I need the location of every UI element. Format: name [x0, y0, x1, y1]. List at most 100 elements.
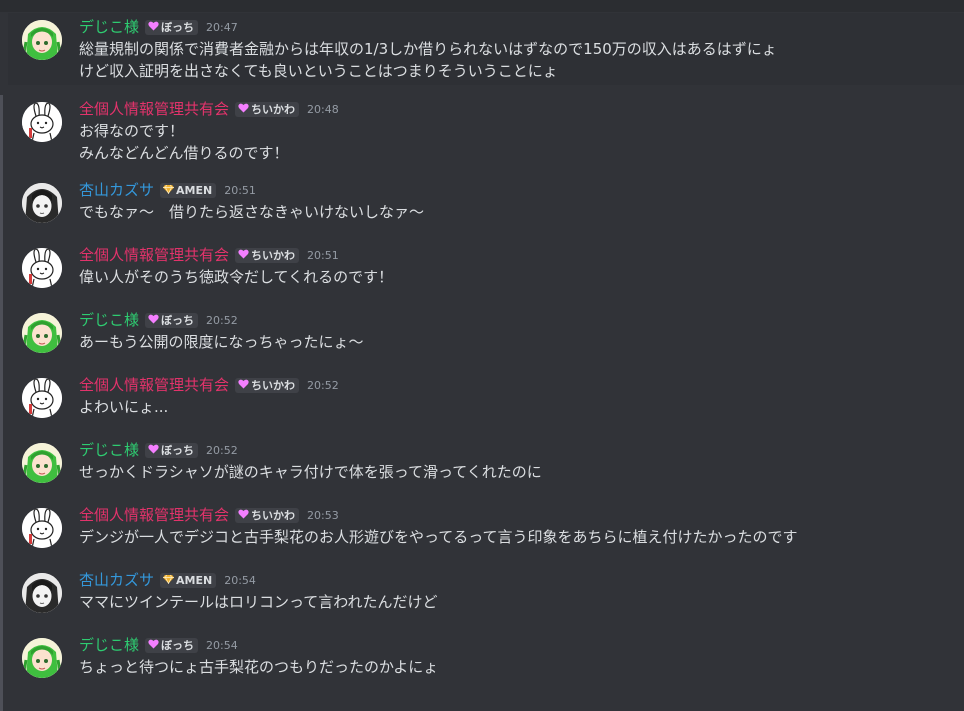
message-content: あーもう公開の限度になっちゃったにょ～ [79, 331, 364, 353]
timestamp[interactable]: 20:48 [307, 103, 339, 116]
message-header: 全個人情報管理共有会 ちいかわ 20:48 [79, 99, 339, 119]
message-line: ちょっと待つにょ古手梨花のつもりだったのかよにょ [79, 658, 439, 676]
message-item[interactable]: デじこ様 ぼっち 20:54 ちょっと待つにょ古手梨花のつもりだったのかよにょ [8, 631, 964, 696]
message-content: 偉い人がそのうち徳政令だしてくれるのです！ [79, 266, 393, 288]
role-badge[interactable]: AMEN [160, 182, 217, 198]
heart-icon [148, 444, 159, 457]
message-item[interactable]: 全個人情報管理共有会 ちいかわ 20:48 お得なのです！ みんなどんどん借りるのです！ [8, 95, 964, 162]
role-label: ぼっち [161, 21, 195, 34]
avatar[interactable] [22, 248, 62, 288]
author-name[interactable]: 全個人情報管理共有会 [79, 375, 229, 395]
message-item[interactable]: 全個人情報管理共有会 ちいかわ 20:51 偉い人がそのうち徳政令だしてくれるのです！ [8, 241, 964, 306]
message-header: デじこ様 ぼっち 20:52 [79, 440, 238, 460]
message-line: 偉い人がそのうち徳政令だしてくれるのです！ [79, 268, 394, 286]
message-line: みんなどんどん借りるのです！ [79, 144, 289, 162]
timestamp[interactable]: 20:54 [206, 639, 238, 652]
message-header: デじこ様 ぼっち 20:52 [79, 310, 238, 330]
role-badge[interactable]: ぼっち [145, 637, 199, 653]
role-badge[interactable]: AMEN [160, 572, 217, 588]
timestamp[interactable]: 20:47 [206, 21, 238, 34]
message-line: 総量規制の関係で消費者金融からは年収の1/3しか借りられないはずなので150万の… [79, 40, 777, 58]
role-label: AMEN [176, 183, 213, 197]
message-line: よわいにょ... [79, 398, 169, 416]
avatar[interactable] [22, 508, 62, 548]
message-item[interactable]: 全個人情報管理共有会 ちいかわ 20:53 デンジが一人でデジコと古手梨花のお人形遊び… [8, 501, 964, 566]
message-header: 全個人情報管理共有会 ちいかわ 20:52 [79, 375, 339, 395]
message-line: ママにツインテールはロリコンって言われたんだけど [79, 593, 438, 611]
message-line: お得なのです！ [79, 122, 185, 140]
avatar[interactable] [22, 638, 62, 678]
message-header: デじこ様 ぼっち 20:47 [79, 17, 238, 37]
avatar[interactable] [22, 443, 62, 483]
role-label: ちいかわ [251, 379, 296, 392]
message-item[interactable]: 全個人情報管理共有会 ちいかわ 20:52 よわいにょ... [8, 371, 964, 436]
role-label: ちいかわ [251, 509, 296, 522]
message-content: でもなァ～ 借りたら返さなきゃいけないしなァ～ [79, 201, 424, 223]
message-content: よわいにょ... [79, 396, 168, 418]
author-name[interactable]: 全個人情報管理共有会 [79, 505, 229, 525]
author-name[interactable]: 全個人情報管理共有会 [79, 99, 229, 119]
message-item[interactable]: デじこ様 ぼっち 20:52 せっかくドラシャソが謎のキャラ付けで体を張って滑ってくれ… [8, 436, 964, 501]
role-badge[interactable]: ちいかわ [235, 101, 300, 117]
avatar[interactable] [22, 102, 62, 142]
message-content: デンジが一人でデジコと古手梨花のお人形遊びをやってるって言う印象をあちらに植え付… [79, 526, 798, 548]
message-item[interactable]: デじこ様 ぼっち 20:52 あーもう公開の限度になっちゃったにょ～ [8, 306, 964, 371]
author-name[interactable]: デじこ様 [79, 440, 139, 460]
heart-icon [148, 639, 159, 652]
role-badge[interactable]: ぼっち [145, 19, 199, 35]
message-line: デンジが一人でデジコと古手梨花のお人形遊びをやってるって言う印象をあちらに植え付… [79, 528, 798, 546]
role-label: ぼっち [161, 314, 195, 327]
gem-icon [163, 574, 175, 587]
author-name[interactable]: 杏山カズサ [79, 570, 154, 590]
role-badge[interactable]: ぼっち [145, 442, 199, 458]
avatar[interactable] [22, 20, 62, 60]
message-line: あーもう公開の限度になっちゃったにょ～ [79, 333, 364, 351]
role-badge[interactable]: ちいかわ [235, 247, 300, 263]
message-header: 杏山カズサ AMEN 20:51 [79, 180, 256, 200]
message-item[interactable]: 杏山カズサ AMEN 20:54 ママにツインテールはロリコンって言われたんだけど [8, 566, 964, 631]
message-header: 全個人情報管理共有会 ちいかわ 20:51 [79, 245, 339, 265]
message-item[interactable]: 杏山カズサ AMEN 20:51 でもなァ～ 借りたら返さなきゃいけないしなァ～ [8, 176, 964, 241]
timestamp[interactable]: 20:54 [224, 574, 256, 587]
avatar[interactable] [22, 183, 62, 223]
timestamp[interactable]: 20:51 [307, 249, 339, 262]
message-header: 全個人情報管理共有会 ちいかわ 20:53 [79, 505, 339, 525]
message-content: ママにツインテールはロリコンって言われたんだけど [79, 591, 438, 613]
author-name[interactable]: 全個人情報管理共有会 [79, 245, 229, 265]
heart-icon [238, 103, 249, 116]
timestamp[interactable]: 20:52 [307, 379, 339, 392]
message-line: でもなァ～ 借りたら返さなきゃいけないしなァ～ [79, 203, 425, 221]
heart-icon [148, 21, 159, 34]
role-badge[interactable]: ぼっち [145, 312, 199, 328]
message-content: 総量規制の関係で消費者金融からは年収の1/3しか借りられないはずなので150万の… [79, 38, 777, 82]
role-label: ぼっち [161, 444, 195, 457]
timestamp[interactable]: 20:52 [206, 444, 238, 457]
timestamp[interactable]: 20:52 [206, 314, 238, 327]
role-badge[interactable]: ちいかわ [235, 507, 300, 523]
role-label: ちいかわ [251, 249, 296, 262]
author-name[interactable]: デじこ様 [79, 17, 139, 37]
message-content: せっかくドラシャソが謎のキャラ付けで体を張って滑ってくれたのに [79, 461, 542, 483]
author-name[interactable]: 杏山カズサ [79, 180, 154, 200]
role-label: ぼっち [161, 639, 195, 652]
heart-icon [238, 509, 249, 522]
gem-icon [163, 184, 175, 197]
heart-icon [148, 314, 159, 327]
top-strip [0, 0, 964, 12]
timestamp[interactable]: 20:51 [224, 184, 256, 197]
message-line: せっかくドラシャソが謎のキャラ付けで体を張って滑ってくれたのに [79, 463, 542, 481]
author-name[interactable]: デじこ様 [79, 310, 139, 330]
message-header: 杏山カズサ AMEN 20:54 [79, 570, 256, 590]
timestamp[interactable]: 20:53 [307, 509, 339, 522]
avatar[interactable] [22, 573, 62, 613]
heart-icon [238, 379, 249, 392]
role-label: AMEN [176, 573, 213, 587]
avatar[interactable] [22, 313, 62, 353]
avatar[interactable] [22, 378, 62, 418]
message-content: ちょっと待つにょ古手梨花のつもりだったのかよにょ [79, 656, 438, 678]
role-badge[interactable]: ちいかわ [235, 377, 300, 393]
author-name[interactable]: デじこ様 [79, 635, 139, 655]
message-item[interactable]: デじこ様 ぼっち 20:47 総量規制の関係で消費者金融からは年収の1/3しか借りられ… [8, 13, 964, 85]
message-line: けど収入証明を出さなくても良いということはつまりそういうことにょ [79, 62, 558, 80]
role-label: ちいかわ [251, 103, 296, 116]
